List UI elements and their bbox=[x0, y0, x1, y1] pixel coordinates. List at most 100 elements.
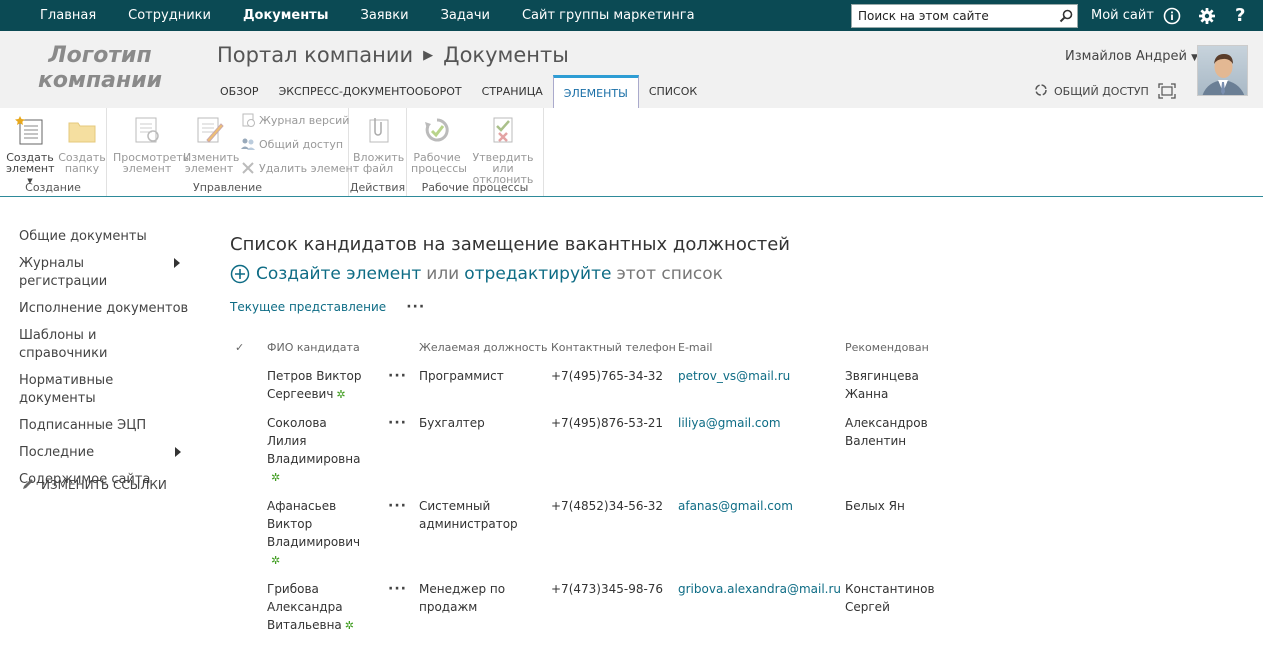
column-header-recommended[interactable]: Рекомендован bbox=[845, 337, 945, 357]
item-menu-ellipsis-icon[interactable]: ··· bbox=[388, 357, 419, 404]
candidate-name[interactable]: Соколова Лилия Владимировна ✲ bbox=[267, 404, 388, 487]
search-icon[interactable] bbox=[1055, 5, 1077, 27]
email-link[interactable]: liliya@gmail.com bbox=[678, 404, 845, 487]
focus-content-icon[interactable] bbox=[1158, 83, 1176, 103]
approve-reject-button[interactable]: Утвердить или отклонить bbox=[465, 114, 541, 185]
nav-document-execution[interactable]: Исполнение документов bbox=[19, 300, 189, 318]
recommended-line: Валентин bbox=[845, 434, 907, 448]
table-row[interactable]: Петров Виктор Сергеевич ✲ ··· Программист… bbox=[230, 357, 945, 404]
new-folder-label-2: папку bbox=[64, 162, 100, 175]
nav-recent-label: Последние bbox=[19, 445, 95, 460]
share-button[interactable]: ОБЩИЙ ДОСТУП bbox=[1034, 83, 1149, 100]
breadcrumb-page[interactable]: Документы bbox=[443, 43, 569, 67]
ribbon: Создать элемент ▼ Создать папку Создание… bbox=[0, 108, 1263, 197]
candidate-name[interactable]: Грибова Александра Витальевна ✲ bbox=[267, 570, 388, 635]
recommended-line: Александров bbox=[845, 416, 928, 430]
edit-links-button[interactable]: ИЗМЕНИТЬ ССЫЛКИ bbox=[22, 477, 167, 493]
search-input[interactable]: Поиск на этом сайте bbox=[851, 4, 1078, 28]
expand-arrow-icon[interactable] bbox=[174, 258, 180, 268]
create-item-link[interactable]: Создайте элемент bbox=[256, 264, 421, 284]
workflow-icon bbox=[421, 114, 453, 146]
question-mark-icon[interactable]: ? bbox=[1235, 0, 1245, 31]
help-icon[interactable] bbox=[1163, 0, 1181, 31]
version-history-button[interactable]: Журнал версий bbox=[240, 112, 349, 128]
position-line: продажм bbox=[419, 600, 478, 614]
edit-list-link[interactable]: отредактируйте bbox=[464, 264, 611, 284]
nav-regulatory-documents[interactable]: Нормативные документы bbox=[19, 372, 189, 408]
row-select-cell[interactable] bbox=[230, 404, 267, 487]
tab-items[interactable]: ЭЛЕМЕНТЫ bbox=[552, 75, 639, 108]
breadcrumb-arrow-icon: ▶ bbox=[423, 47, 434, 63]
tab-list[interactable]: СПИСОК bbox=[639, 75, 707, 108]
recommended-line: Сергей bbox=[845, 600, 890, 614]
nav-signed-eds[interactable]: Подписанные ЭЦП bbox=[19, 417, 189, 435]
email-link[interactable]: petrov_vs@mail.ru bbox=[678, 357, 845, 404]
nav-recent[interactable]: Последние bbox=[19, 444, 189, 462]
recommended-by: Белых Ян bbox=[845, 487, 945, 570]
topnav-documents[interactable]: Документы bbox=[243, 8, 329, 23]
expand-arrow-icon[interactable] bbox=[175, 447, 181, 457]
item-menu-ellipsis-icon[interactable]: ··· bbox=[388, 404, 419, 487]
edit-item-button[interactable]: Изменить элемент bbox=[183, 114, 239, 174]
row-select-cell[interactable] bbox=[230, 357, 267, 404]
email-link[interactable]: gribova.alexandra@mail.ru bbox=[678, 570, 845, 635]
phone: +7(495)765-34-32 bbox=[551, 369, 664, 383]
nav-registration-journals[interactable]: Журналы регистрации bbox=[19, 255, 180, 291]
edit-item-icon bbox=[193, 114, 225, 146]
tab-browse[interactable]: ОБЗОР bbox=[210, 75, 269, 108]
table-row[interactable]: Грибова Александра Витальевна ✲ ··· Менед… bbox=[230, 570, 945, 635]
candidate-name[interactable]: Петров Виктор Сергеевич ✲ bbox=[267, 357, 388, 404]
edit-links-label: ИЗМЕНИТЬ ССЫЛКИ bbox=[41, 478, 167, 492]
table-row[interactable]: Соколова Лилия Владимировна ✲ ··· Бухгал… bbox=[230, 404, 945, 487]
column-header-position[interactable]: Желаемая должность bbox=[419, 337, 551, 357]
my-site-link[interactable]: Мой сайт bbox=[1091, 0, 1154, 31]
tab-page[interactable]: СТРАНИЦА bbox=[472, 75, 553, 108]
topnav-home[interactable]: Главная bbox=[40, 8, 96, 23]
select-all-check-icon[interactable]: ✓ bbox=[230, 337, 267, 357]
tab-express-docflow[interactable]: ЭКСПРЕСС-ДОКУМЕНТООБОРОТ bbox=[269, 75, 472, 108]
email-link[interactable]: afanas@gmail.com bbox=[678, 487, 845, 570]
topnav-requests[interactable]: Заявки bbox=[360, 8, 408, 23]
items-table: ✓ ФИО кандидата Желаемая должность Конта… bbox=[230, 337, 945, 635]
view-item-button[interactable]: Просмотреть элемент bbox=[113, 114, 189, 174]
item-menu-ellipsis-icon[interactable]: ··· bbox=[388, 570, 419, 635]
topnav-marketing-site[interactable]: Сайт группы маркетинга bbox=[522, 8, 695, 23]
item-menu-ellipsis-icon[interactable]: ··· bbox=[388, 487, 419, 570]
new-folder-button[interactable]: Создать папку bbox=[58, 114, 106, 174]
workflows-label-2: процессы bbox=[411, 162, 467, 175]
user-menu[interactable]: Измайлов Андрей ▼ bbox=[1065, 49, 1198, 64]
topnav-employees[interactable]: Сотрудники bbox=[128, 8, 211, 23]
name-line: Владимирович bbox=[267, 535, 361, 549]
current-view-link[interactable]: Текущее представление bbox=[230, 300, 386, 314]
nav-templates-references[interactable]: Шаблоны и справочники bbox=[19, 327, 189, 363]
name-line: Витальевна bbox=[267, 618, 342, 632]
ribbon-tabs: ОБЗОР ЭКСПРЕСС-ДОКУМЕНТООБОРОТ СТРАНИЦА … bbox=[210, 75, 707, 108]
new-item-button[interactable]: Создать элемент ▼ bbox=[6, 114, 55, 187]
workflows-button[interactable]: Рабочие процессы bbox=[411, 114, 467, 175]
shared-with-button[interactable]: Общий доступ bbox=[240, 136, 343, 152]
column-header-name[interactable]: ФИО кандидата bbox=[267, 337, 388, 357]
settings-gear-icon[interactable] bbox=[1198, 0, 1216, 31]
plus-circle-icon[interactable] bbox=[230, 264, 250, 284]
new-item-icon: ✲ bbox=[271, 554, 281, 567]
attach-file-button[interactable]: Вложить файл bbox=[353, 114, 404, 174]
name-line: Александра bbox=[267, 600, 343, 614]
position-line: Менеджер по bbox=[419, 582, 506, 596]
view-ellipsis-icon[interactable]: ··· bbox=[406, 299, 425, 315]
row-select-cell[interactable] bbox=[230, 570, 267, 635]
delete-item-button[interactable]: Удалить элемент bbox=[240, 160, 359, 176]
company-logo[interactable]: Логотип компании bbox=[30, 43, 170, 93]
row-select-cell[interactable] bbox=[230, 487, 267, 570]
column-header-email[interactable]: E-mail bbox=[678, 337, 845, 357]
shared-with-label: Общий доступ bbox=[259, 137, 344, 151]
avatar[interactable] bbox=[1197, 45, 1248, 96]
name-line: Петров Виктор bbox=[267, 369, 362, 383]
column-header-phone[interactable]: Контактный телефон bbox=[551, 337, 678, 357]
table-row[interactable]: Афанасьев Виктор Владимирович ✲ ··· Сист… bbox=[230, 487, 945, 570]
topnav-tasks[interactable]: Задачи bbox=[441, 8, 490, 23]
recommended-line: Жанна bbox=[845, 387, 889, 401]
nav-shared-documents[interactable]: Общие документы bbox=[19, 228, 189, 246]
breadcrumb-site[interactable]: Портал компании bbox=[217, 43, 413, 67]
logo-line-1: Логотип bbox=[48, 43, 152, 68]
candidate-name[interactable]: Афанасьев Виктор Владимирович ✲ bbox=[267, 487, 388, 570]
